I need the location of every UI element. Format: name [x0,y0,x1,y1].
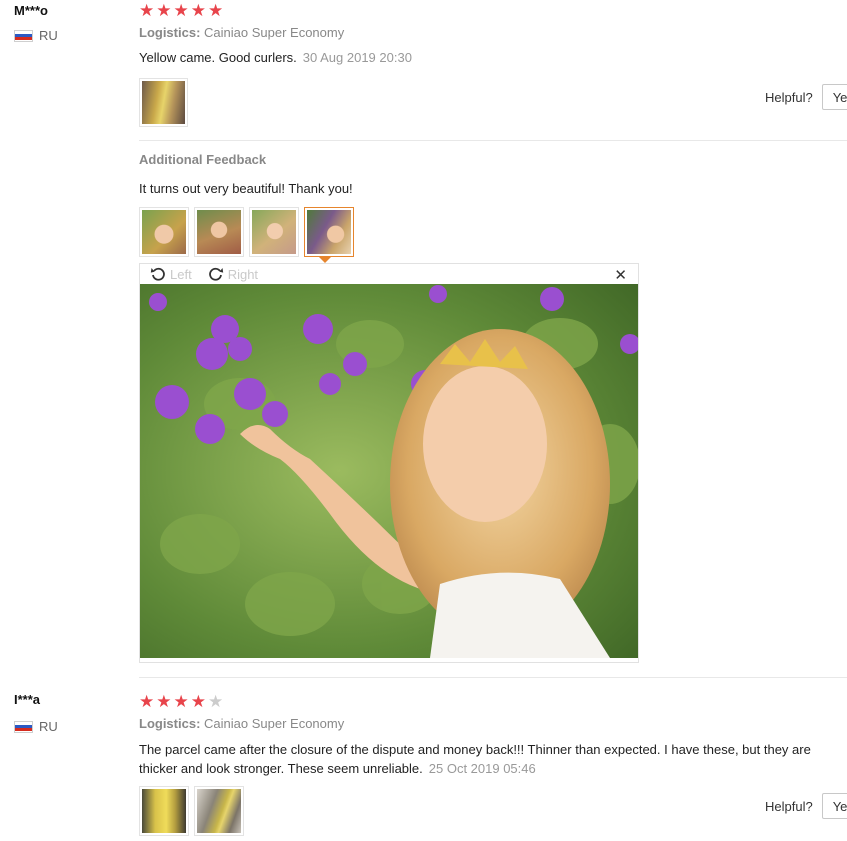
review-date: 30 Aug 2019 20:30 [302,50,412,65]
star-icon: ★ [190,692,206,711]
star-icon: ★ [173,1,189,20]
review-body: Yellow came. Good curlers. [139,50,297,65]
feedback-photo-thumbnail-selected[interactable] [304,207,354,257]
logistics-info: Logistics: Cainiao Super Economy [139,716,344,731]
star-icon: ★ [208,692,224,711]
reviewer-name: I***a [14,692,41,707]
curlers-photo [142,81,185,124]
image-viewer: Left Right ✕ [139,263,639,663]
logistics-info: Logistics: Cainiao Super Economy [139,25,344,40]
review-photo-thumbnail[interactable] [139,78,188,127]
feedback-photo-thumbnail[interactable] [194,207,244,257]
helpful-vote: Helpful? Yes [765,84,847,110]
curlers-photo-1 [142,789,186,833]
feedback-photo-thumbnail[interactable] [249,207,299,257]
helpful-yes-button[interactable]: Yes [821,793,847,819]
additional-feedback-text: It turns out very beautiful! Thank you! [139,181,353,196]
russia-flag-icon [14,29,33,42]
star-icon: ★ [139,1,155,20]
star-icon: ★ [139,692,155,711]
reviewer-name: M***o [14,3,48,18]
rotate-right-label: Right [227,266,259,282]
rotate-right-icon [208,267,223,281]
star-rating: ★ ★ ★ ★ ★ [139,693,223,710]
girl-photo-4 [307,210,351,254]
feedback-photo-thumbnail[interactable] [139,207,189,257]
close-icon[interactable]: ✕ [614,266,627,284]
rotate-right-button[interactable]: Right [208,266,258,282]
divider [139,677,847,678]
reviewer-country: RU [14,719,58,734]
girl-with-flowers-photo [140,284,638,658]
girl-photo-3 [252,210,296,254]
girl-photo-1 [142,210,186,254]
logistics-value: Cainiao Super Economy [204,716,345,731]
country-code: RU [39,719,58,734]
star-icon: ★ [208,1,224,20]
review-date: 25 Oct 2019 05:46 [428,761,536,776]
review-text: The parcel came after the closure of the… [139,740,847,778]
logistics-label: Logistics: [139,716,201,731]
country-code: RU [39,28,58,43]
girl-photo-2 [197,210,241,254]
review-text: Yellow came. Good curlers. 30 Aug 2019 20… [139,48,412,67]
russia-flag-icon [14,720,33,733]
star-icon: ★ [156,692,172,711]
rotate-left-icon [150,267,165,281]
review-body-line-2: thicker and look stronger. These seem un… [139,761,423,776]
helpful-yes-button[interactable]: Yes [821,84,847,110]
helpful-label: Helpful? [765,89,813,105]
review-photo-thumbnail[interactable] [139,786,189,836]
curlers-photo-2 [197,789,241,833]
logistics-label: Logistics: [139,25,201,40]
star-icon: ★ [156,1,172,20]
star-icon: ★ [173,692,189,711]
star-rating: ★ ★ ★ ★ ★ [139,2,223,19]
additional-feedback-title: Additional Feedback [139,152,267,167]
review-photo-thumbnail[interactable] [194,786,244,836]
rotate-left-button[interactable]: Left [150,266,192,282]
rotate-left-label: Left [170,266,192,282]
logistics-value: Cainiao Super Economy [204,25,345,40]
divider [139,140,847,141]
reviewer-country: RU [14,28,58,43]
enlarged-photo [140,284,638,658]
viewer-toolbar: Left Right [140,264,638,284]
star-icon: ★ [190,1,206,20]
review-body-line-1: The parcel came after the closure of the… [139,742,811,757]
helpful-vote: Helpful? Yes [765,793,847,819]
helpful-label: Helpful? [765,798,813,814]
